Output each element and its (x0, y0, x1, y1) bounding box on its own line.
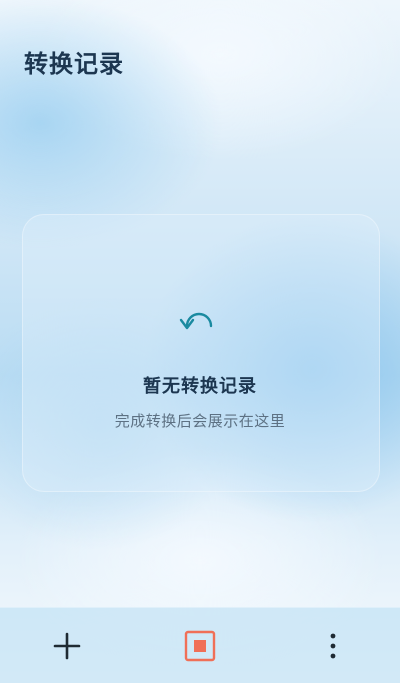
more-options-button[interactable] (313, 626, 353, 666)
refresh-icon (178, 306, 220, 342)
bottom-toolbar (0, 607, 400, 683)
empty-state-title: 暂无转换记录 (143, 376, 257, 397)
record-stop-button[interactable] (180, 626, 220, 666)
record-stop-icon (184, 630, 216, 662)
empty-state-card (22, 214, 380, 492)
more-vertical-icon (330, 633, 336, 659)
add-button[interactable] (47, 626, 87, 666)
plus-icon (53, 632, 81, 660)
empty-state-subtitle: 完成转换后会展示在这里 (114, 412, 286, 430)
page-title: 转换记录 (24, 50, 124, 78)
